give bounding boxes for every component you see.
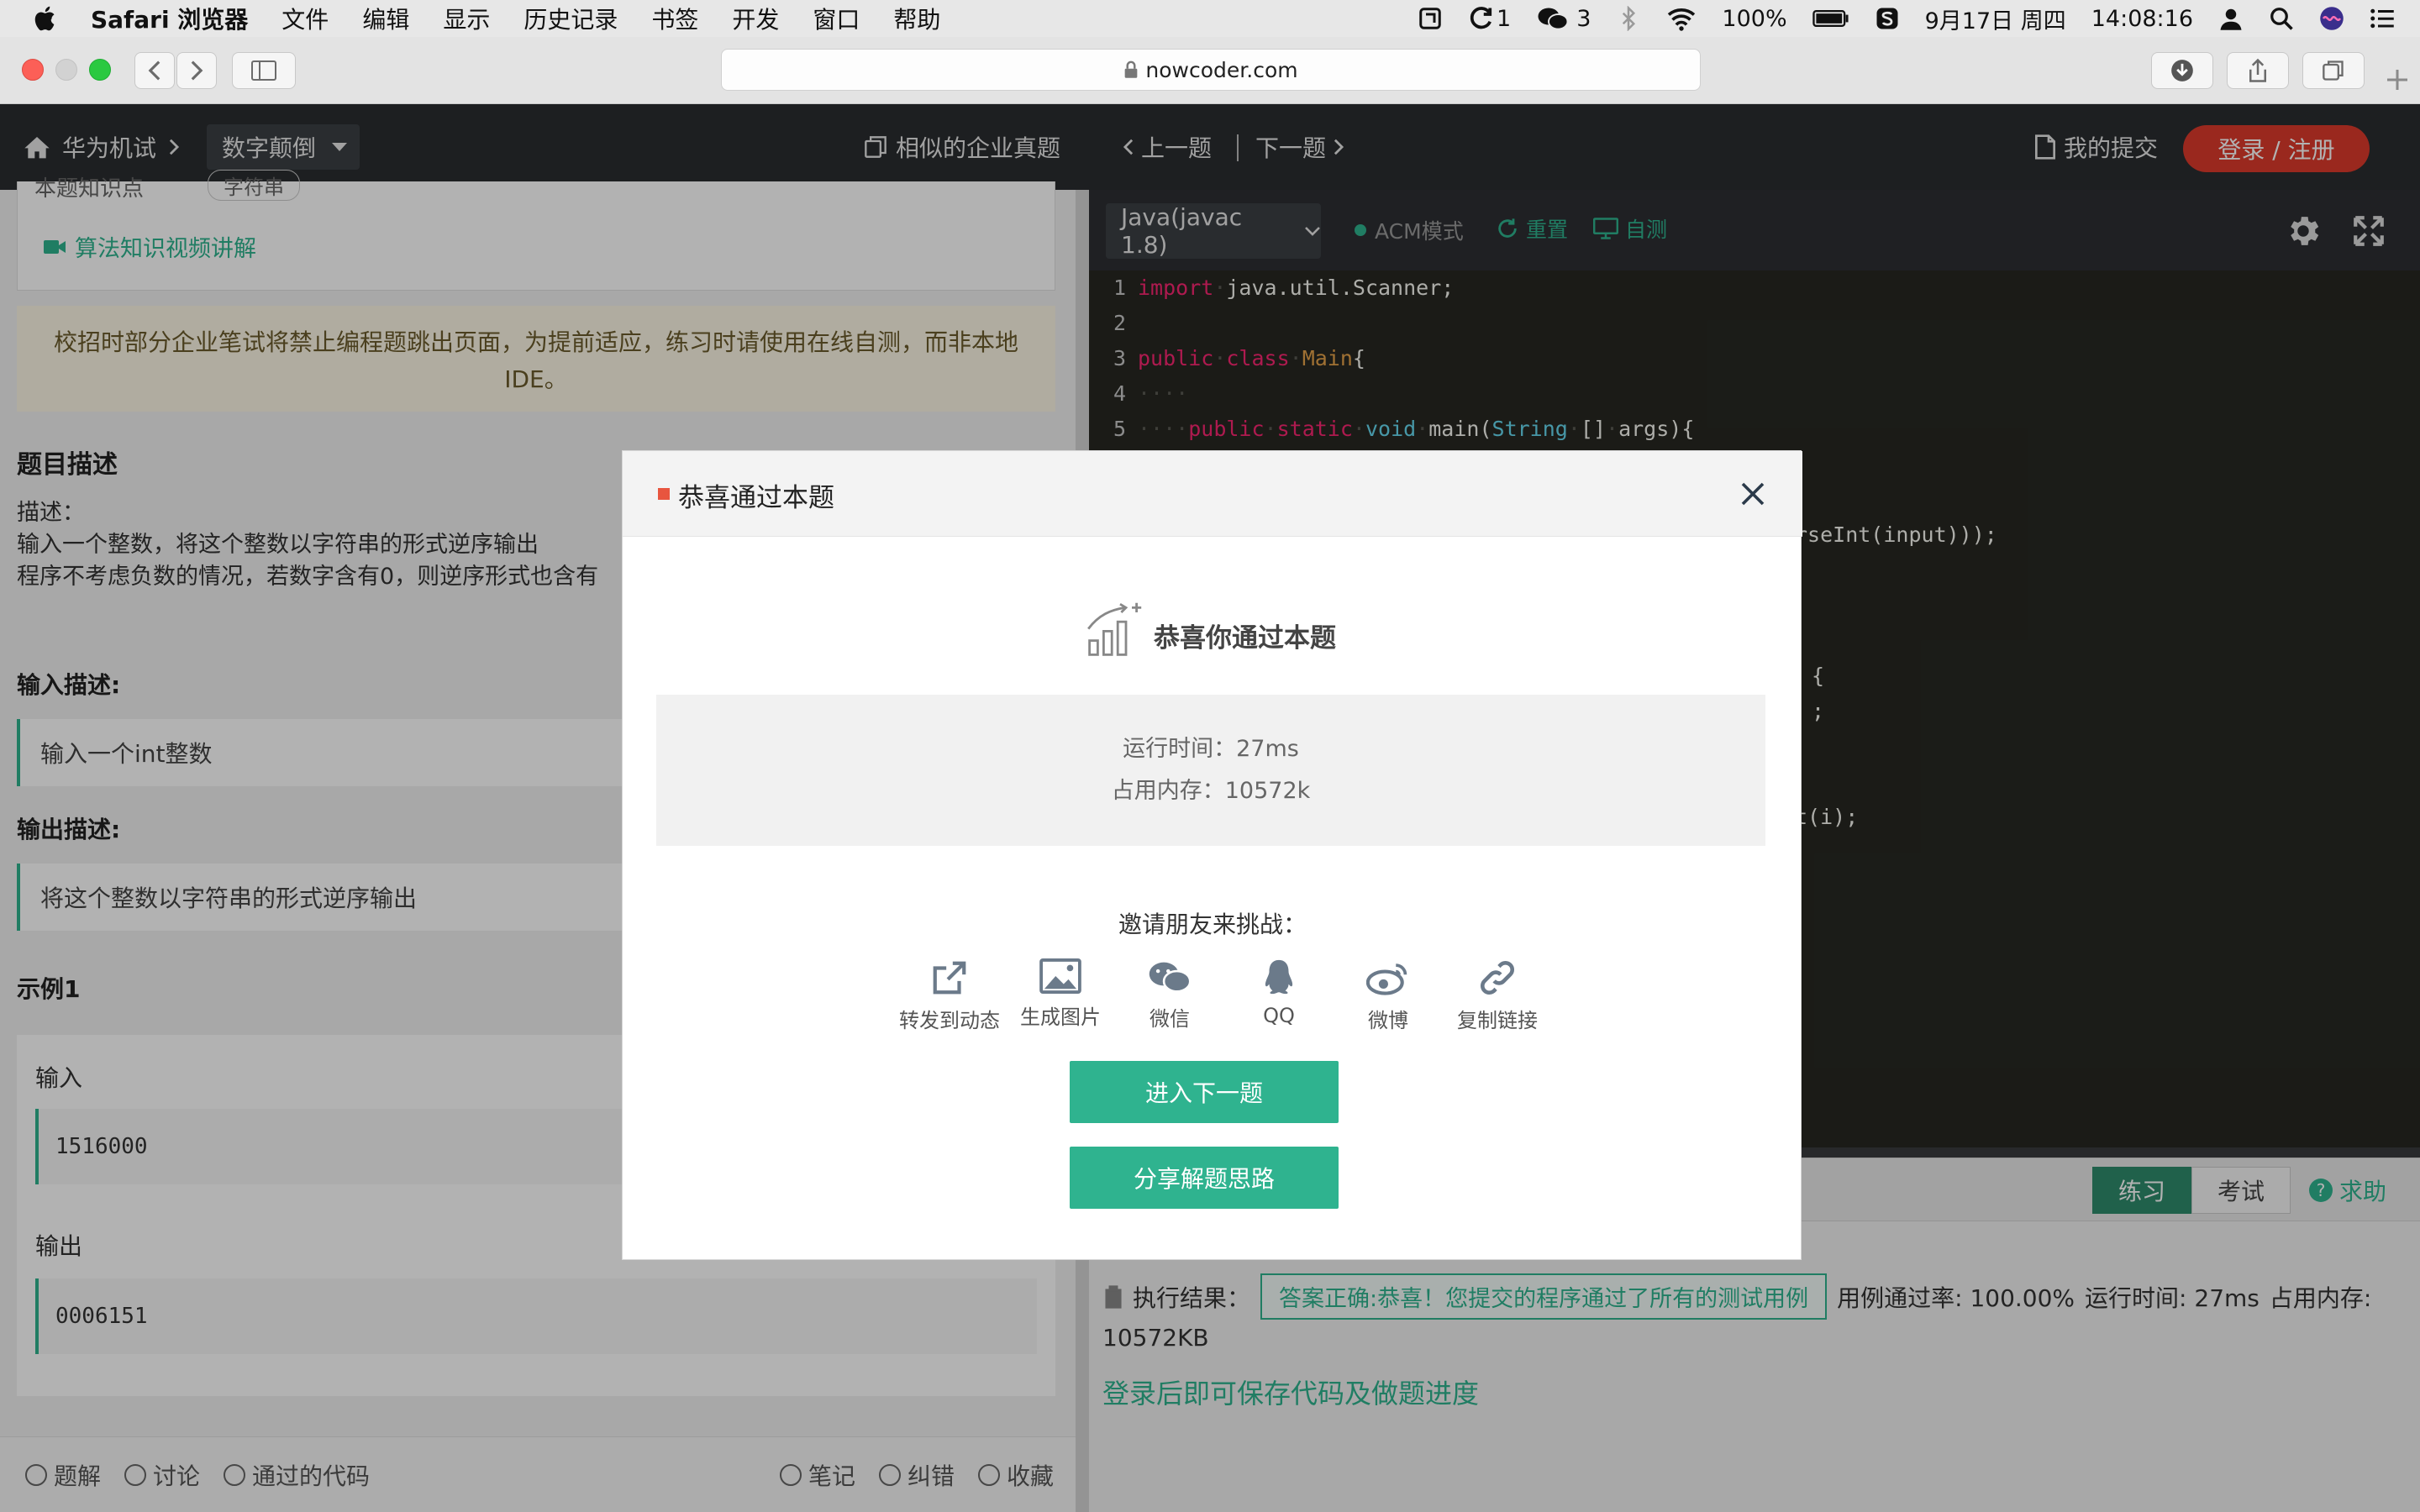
- menu-history[interactable]: 历史记录: [523, 2, 618, 35]
- mac-menubar: Safari 浏览器 文件 编辑 显示 历史记录 书签 开发 窗口 帮助 1 3…: [0, 0, 2420, 37]
- menu-edit[interactable]: 编辑: [362, 2, 409, 35]
- address-bar[interactable]: nowcoder.com: [721, 49, 1701, 91]
- apple-icon[interactable]: [32, 4, 60, 33]
- menu-help[interactable]: 帮助: [893, 2, 940, 35]
- menubar-time[interactable]: 14:08:16: [2091, 6, 2193, 32]
- dialog-header: 恭喜通过本题: [623, 451, 1802, 537]
- menu-develop[interactable]: 开发: [732, 2, 779, 35]
- title-marker: [658, 488, 670, 500]
- wechat-count: 3: [1576, 5, 1591, 32]
- share-qq-label: QQ: [1263, 1004, 1295, 1027]
- zoom-window-button[interactable]: [89, 59, 111, 81]
- bluetooth-icon[interactable]: [1616, 6, 1641, 31]
- wechat-status[interactable]: 3: [1536, 6, 1591, 32]
- run-stats-box: 运行时间：27ms 占用内存：10572k: [656, 695, 1765, 846]
- share-wechat-label: 微信: [1150, 1007, 1190, 1031]
- sync-status[interactable]: 1: [1468, 6, 1511, 32]
- stats-run-time: 运行时间：27ms: [1123, 736, 1299, 762]
- share-weibo[interactable]: 微博: [1334, 958, 1443, 1033]
- back-button[interactable]: [134, 52, 175, 89]
- success-dialog: 恭喜通过本题 恭喜你通过本题 运行时间：27ms 占用内存：10572k 邀请朋…: [622, 450, 1802, 1260]
- copy-link[interactable]: 复制链接: [1443, 958, 1552, 1033]
- menubar-date[interactable]: 9月17日 周四: [1925, 3, 2066, 35]
- siri-icon[interactable]: [2319, 6, 2344, 31]
- menu-app-name[interactable]: Safari 浏览器: [91, 2, 248, 35]
- share-wechat[interactable]: 微信: [1115, 958, 1224, 1032]
- share-solution-button[interactable]: 分享解题思路: [1070, 1147, 1339, 1209]
- stats-memory: 占用内存：10572k: [1111, 778, 1311, 804]
- forward-button[interactable]: [176, 52, 217, 89]
- success-headline-text: 恭喜你通过本题: [1154, 623, 1336, 654]
- menu-bookmarks[interactable]: 书签: [651, 2, 698, 35]
- wechat-icon: [1149, 962, 1192, 993]
- qq-penguin-icon: [1265, 959, 1293, 995]
- battery-icon[interactable]: [1812, 6, 1849, 31]
- sidebar-icon: [251, 60, 276, 81]
- menubar-status-area: 1 3 100% 9月17日 周四 14:08:16: [1418, 0, 2395, 37]
- invite-text: 邀请朋友来挑战：: [1118, 911, 1307, 938]
- chart-growth-icon: [1087, 602, 1142, 656]
- screenshot-tool-icon[interactable]: [1418, 6, 1443, 31]
- external-link-icon: [933, 961, 966, 995]
- generate-image[interactable]: 生成图片: [1006, 958, 1115, 1030]
- minimize-window-button[interactable]: [55, 59, 77, 81]
- wifi-icon[interactable]: [1666, 6, 1697, 31]
- download-icon: [2171, 60, 2193, 81]
- generate-image-label: 生成图片: [1020, 1005, 1101, 1029]
- menu-file[interactable]: 文件: [281, 2, 329, 35]
- share-to-feed[interactable]: 转发到动态: [890, 958, 1009, 1033]
- sogou-input-icon[interactable]: [1875, 6, 1900, 31]
- share-weibo-label: 微博: [1368, 1009, 1408, 1032]
- wechat-icon: [1538, 8, 1569, 30]
- battery-percent: 100%: [1722, 5, 1787, 32]
- notification-center-icon[interactable]: [2370, 6, 2395, 31]
- safari-toolbar: nowcoder.com: [0, 37, 2420, 104]
- downloads-button[interactable]: [2151, 52, 2213, 89]
- close-icon[interactable]: [1740, 481, 1765, 507]
- chevron-left-icon: [148, 60, 160, 81]
- image-icon: [1039, 958, 1081, 994]
- link-icon: [1481, 961, 1514, 995]
- user-icon[interactable]: [2218, 6, 2244, 31]
- share-to-feed-label: 转发到动态: [899, 1009, 1000, 1032]
- lock-icon: [1125, 60, 1138, 78]
- sidebar-toggle-button[interactable]: [232, 52, 296, 89]
- spotlight-search-icon[interactable]: [2269, 6, 2294, 31]
- next-question-button[interactable]: 进入下一题: [1070, 1061, 1339, 1123]
- sync-icon: [1470, 7, 1492, 29]
- menu-window[interactable]: 窗口: [813, 2, 860, 35]
- share-icon: [2249, 58, 2266, 82]
- tabs-overview-button[interactable]: [2302, 52, 2365, 89]
- new-tab-plus-icon[interactable]: [2385, 67, 2410, 92]
- menu-view[interactable]: 显示: [443, 2, 490, 35]
- weibo-icon: [1366, 963, 1407, 995]
- close-window-button[interactable]: [22, 59, 44, 81]
- chevron-right-icon: [191, 60, 203, 81]
- url-text: nowcoder.com: [1145, 57, 1298, 82]
- share-qq[interactable]: QQ: [1224, 958, 1334, 1027]
- success-headline: 恭喜你通过本题: [1085, 601, 1336, 659]
- tabs-icon: [2323, 60, 2344, 81]
- sync-count: 1: [1497, 5, 1512, 32]
- dialog-title: 恭喜通过本题: [678, 483, 834, 513]
- copy-link-label: 复制链接: [1457, 1009, 1538, 1032]
- share-button[interactable]: [2227, 52, 2289, 89]
